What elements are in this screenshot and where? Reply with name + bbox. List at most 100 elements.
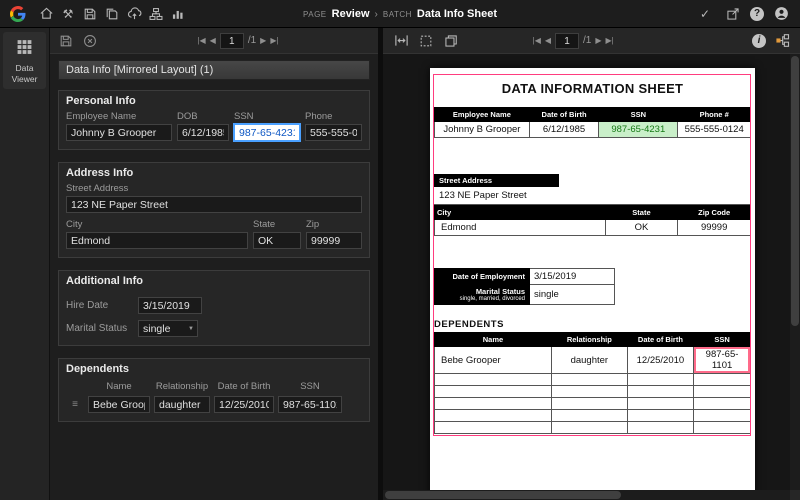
row-handle-icon[interactable]: ≡ xyxy=(66,399,84,410)
fit-width-icon[interactable] xyxy=(391,31,411,51)
city-field[interactable] xyxy=(66,232,248,249)
section-address-info: Address Info Street Address City State xyxy=(58,162,370,258)
record-number-input[interactable]: 1 xyxy=(220,33,244,49)
document-toolbar: |◀ ◀ 1 /1 ▶ ▶| i xyxy=(383,28,800,54)
previous-page-button[interactable]: ◀ xyxy=(545,37,551,45)
vertical-scrollbar[interactable] xyxy=(790,54,800,490)
doc-header-hire-date: Date of Employment xyxy=(435,269,530,285)
tools-icon[interactable]: ⚒ xyxy=(57,3,79,25)
section-title: Address Info xyxy=(59,163,369,182)
cancel-changes-icon[interactable] xyxy=(80,31,100,51)
street-address-field[interactable] xyxy=(66,196,362,213)
doc-header-marital: Marital Status single, married, divorced xyxy=(435,285,530,305)
street-address-label: Street Address xyxy=(66,183,362,194)
doc-dep-rel-value: daughter xyxy=(551,347,627,374)
doc-dep-header-name: Name xyxy=(435,333,552,347)
vertical-scrollbar-thumb[interactable] xyxy=(791,56,799,326)
doc-ssn-highlighted-zone[interactable]: 987-65-4231 xyxy=(599,122,678,138)
previous-record-button[interactable]: ◀ xyxy=(210,37,216,45)
doc-dep-name-value: Bebe Grooper xyxy=(435,347,552,374)
doc-toolbar-right: i xyxy=(752,31,792,51)
user-account-icon[interactable] xyxy=(770,3,792,25)
save-icon[interactable] xyxy=(79,3,101,25)
doc-dep-header-ssn: SSN xyxy=(694,333,751,347)
save-all-icon[interactable] xyxy=(101,3,123,25)
home-icon[interactable] xyxy=(35,3,57,25)
sidebar-item-data-viewer[interactable]: Data Viewer xyxy=(3,32,46,89)
info-icon[interactable]: i xyxy=(752,34,766,48)
data-viewer-grid-icon xyxy=(16,38,33,60)
page-label: PAGE xyxy=(303,10,327,19)
page-value: Review xyxy=(332,8,370,20)
help-icon[interactable]: ? xyxy=(750,7,764,21)
ssn-label: SSN xyxy=(234,111,300,122)
state-field[interactable] xyxy=(253,232,301,249)
stats-chart-icon[interactable] xyxy=(167,3,189,25)
document-viewer-panel: |◀ ◀ 1 /1 ▶ ▶| i DATA INFORMATION SHEET xyxy=(383,28,800,500)
horizontal-scrollbar-thumb[interactable] xyxy=(385,491,621,499)
open-external-icon[interactable] xyxy=(722,3,744,25)
doc-header-employee-name: Employee Name xyxy=(435,108,530,122)
hire-date-label: Hire Date xyxy=(66,300,138,311)
phone-field[interactable] xyxy=(305,124,362,141)
col-ssn-label: SSN xyxy=(278,381,342,392)
doc-page-navigator: |◀ ◀ 1 /1 ▶ ▶| xyxy=(533,33,614,49)
section-additional-info: Additional Info Hire Date Marital Status… xyxy=(58,270,370,346)
document-viewport[interactable]: DATA INFORMATION SHEET Employee Name Dat… xyxy=(383,54,790,490)
doc-zip-value: 99999 xyxy=(678,220,751,236)
doc-header-city: City xyxy=(435,206,606,220)
doc-employment-table: Date of Employment 3/15/2019 Marital Sta… xyxy=(434,268,615,305)
horizontal-scrollbar[interactable] xyxy=(383,490,790,500)
last-page-button[interactable]: ▶| xyxy=(606,37,614,45)
first-page-button[interactable]: |◀ xyxy=(533,37,541,45)
top-app-bar: ⚒ PAGE Review › BATCH Data Info Sheet ✓ xyxy=(0,0,800,28)
doc-dep-ssn-highlighted-zone[interactable]: 987-65-1101 xyxy=(694,347,751,374)
dob-label: DOB xyxy=(177,111,229,122)
last-record-button[interactable]: ▶| xyxy=(270,37,278,45)
doc-street-address-value: 123 NE Paper Street xyxy=(434,188,751,205)
dob-field[interactable] xyxy=(177,124,229,141)
batch-hierarchy-icon[interactable] xyxy=(145,3,167,25)
section-title: Additional Info xyxy=(59,271,369,290)
breadcrumb: PAGE Review › BATCH Data Info Sheet xyxy=(303,0,497,28)
doc-header-dob: Date of Birth xyxy=(529,108,599,122)
breadcrumb-separator-icon: › xyxy=(375,9,378,20)
cloud-upload-icon[interactable] xyxy=(123,3,145,25)
section-dependents: Dependents Name Relationship Date of Bir… xyxy=(58,358,370,422)
doc-dep-empty-row xyxy=(435,422,751,434)
marital-status-select[interactable]: single ▼ xyxy=(138,320,198,337)
page-number-input[interactable]: 1 xyxy=(555,33,579,49)
doc-phone-value: 555-555-0124 xyxy=(678,122,751,138)
left-icon-sidebar: Data Viewer xyxy=(0,28,50,500)
ssn-field-selected[interactable] xyxy=(234,124,300,141)
first-record-button[interactable]: |◀ xyxy=(197,37,205,45)
next-page-button[interactable]: ▶ xyxy=(595,37,601,45)
dependent-ssn-field[interactable] xyxy=(278,396,342,413)
copy-pages-icon[interactable] xyxy=(441,31,461,51)
doc-dob-value: 6/12/1985 xyxy=(529,122,599,138)
complete-check-icon[interactable]: ✓ xyxy=(694,3,716,25)
zip-label: Zip xyxy=(306,219,362,230)
next-record-button[interactable]: ▶ xyxy=(260,37,266,45)
doc-dependents-label: DEPENDENTS xyxy=(434,319,751,330)
doc-city-value: Edmond xyxy=(435,220,606,236)
hire-date-field[interactable] xyxy=(138,297,202,314)
dependent-dob-field[interactable] xyxy=(214,396,274,413)
select-region-icon[interactable] xyxy=(416,31,436,51)
dependent-row: ≡ xyxy=(66,396,362,413)
dependent-name-field[interactable] xyxy=(88,396,150,413)
chevron-down-icon: ▼ xyxy=(188,326,194,332)
zip-field[interactable] xyxy=(306,232,362,249)
page-total-label: /1 xyxy=(583,35,591,46)
phone-label: Phone xyxy=(305,111,362,122)
employee-name-field[interactable] xyxy=(66,124,172,141)
data-viewer-panel: |◀ ◀ 1 /1 ▶ ▶| Data Info [Mirrored Layou… xyxy=(50,28,378,500)
document-type-header[interactable]: Data Info [Mirrored Layout] (1) xyxy=(58,60,370,80)
grooper-logo-icon[interactable] xyxy=(10,6,26,22)
dependent-relationship-field[interactable] xyxy=(154,396,210,413)
doc-dep-header-dob: Date of Birth xyxy=(627,333,693,347)
workflow-branch-icon[interactable] xyxy=(772,31,792,51)
doc-dependents-table: Name Relationship Date of Birth SSN Bebe… xyxy=(434,332,751,434)
save-data-icon[interactable] xyxy=(56,31,76,51)
col-dob-label: Date of Birth xyxy=(214,381,274,392)
